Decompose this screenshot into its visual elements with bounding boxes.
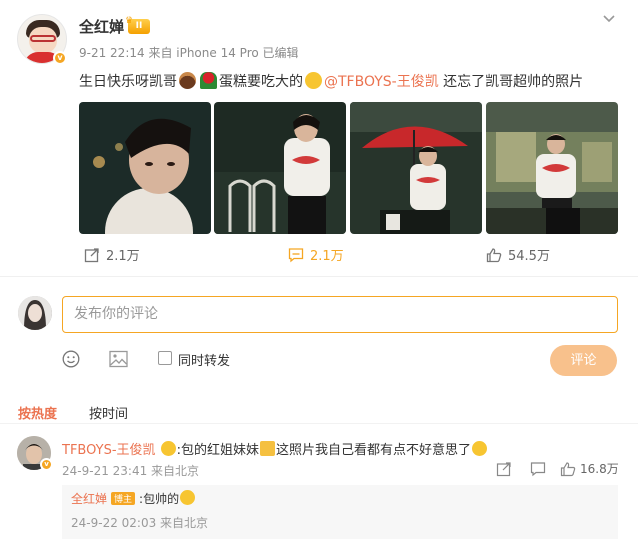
thumbs-up-icon (560, 461, 576, 476)
chevron-down-icon[interactable] (601, 10, 617, 26)
comment-icon[interactable] (530, 461, 546, 477)
smiley-icon[interactable] (62, 350, 80, 368)
reply-meta: 24-9-22 02:03 来自北京 (71, 516, 209, 530)
comment-count: 2.1万 (310, 249, 344, 264)
author-name[interactable]: 全红婵 (79, 16, 124, 37)
image-icon[interactable] (109, 350, 128, 368)
share-icon (84, 247, 99, 262)
comment-icon (288, 247, 304, 262)
reply-content: 全红婵 博主:包帅的 (71, 490, 196, 507)
post-action-bar: 2.1万 2.1万 54.5万 (0, 237, 638, 277)
repost-button[interactable]: 2.1万 (84, 245, 140, 264)
verified-badge-icon: v (53, 51, 67, 65)
current-user-avatar (18, 296, 52, 330)
cake-emoji-icon (179, 72, 196, 89)
like-count: 54.5万 (508, 249, 550, 264)
comment-like-count: 16.8万 (580, 462, 619, 476)
tab-sort-by-time[interactable]: 按时间 (89, 403, 128, 422)
cool-emoji-icon (180, 490, 196, 505)
share-icon[interactable] (496, 461, 512, 477)
comment-input[interactable]: 发布你的评论 (62, 296, 618, 333)
thumbs-up-icon (486, 247, 502, 262)
repost-checkbox[interactable] (158, 351, 172, 365)
grin-emoji-icon (472, 441, 488, 456)
photo-4[interactable] (486, 102, 618, 234)
photo-3[interactable] (350, 102, 482, 234)
comment-button[interactable]: 2.1万 (288, 245, 344, 264)
laugh-emoji-icon (160, 441, 176, 456)
reply-author-name[interactable]: 全红婵 (71, 492, 107, 506)
post-meta: 9-21 22:14 来自 iPhone 14 Pro 已编辑 (79, 46, 299, 60)
rose-emoji-icon (200, 72, 217, 89)
comment-like-button[interactable]: 16.8万 (560, 460, 619, 477)
photo-2[interactable] (214, 102, 346, 234)
author-badge: 博主 (111, 492, 136, 505)
verified-badge-icon: v (40, 458, 53, 471)
comment-content: TFBOYS-王俊凯 :包的红姐妹妹 这照片我自己看都有点不好意思了 (62, 439, 488, 458)
post-text: 生日快乐呀凯哥 蛋糕要吃大的 @TFBOYS-王俊凯 还忘了凯哥超帅的照片 (79, 72, 584, 90)
member-badge-icon[interactable]: ♛ II (125, 16, 150, 34)
reply-box: 全红婵 博主:包帅的 24-9-22 02:03 来自北京 (62, 485, 618, 539)
comment-meta: 24-9-21 23:41 来自北京 (62, 464, 200, 478)
mention-link[interactable]: @TFBOYS-王俊凯 (324, 74, 439, 90)
repost-checkbox-label: 同时转发 (178, 354, 231, 369)
repost-count: 2.1万 (106, 249, 140, 264)
crown-emoji-icon (260, 441, 276, 456)
commenter-name[interactable]: TFBOYS-王俊凯 (62, 443, 156, 458)
laugh-emoji-icon (305, 72, 322, 89)
photo-1[interactable] (79, 102, 211, 234)
tab-sort-by-hot[interactable]: 按热度 (18, 403, 57, 422)
like-button[interactable]: 54.5万 (486, 245, 550, 264)
submit-comment-button[interactable]: 评论 (550, 345, 617, 376)
divider (0, 423, 638, 424)
